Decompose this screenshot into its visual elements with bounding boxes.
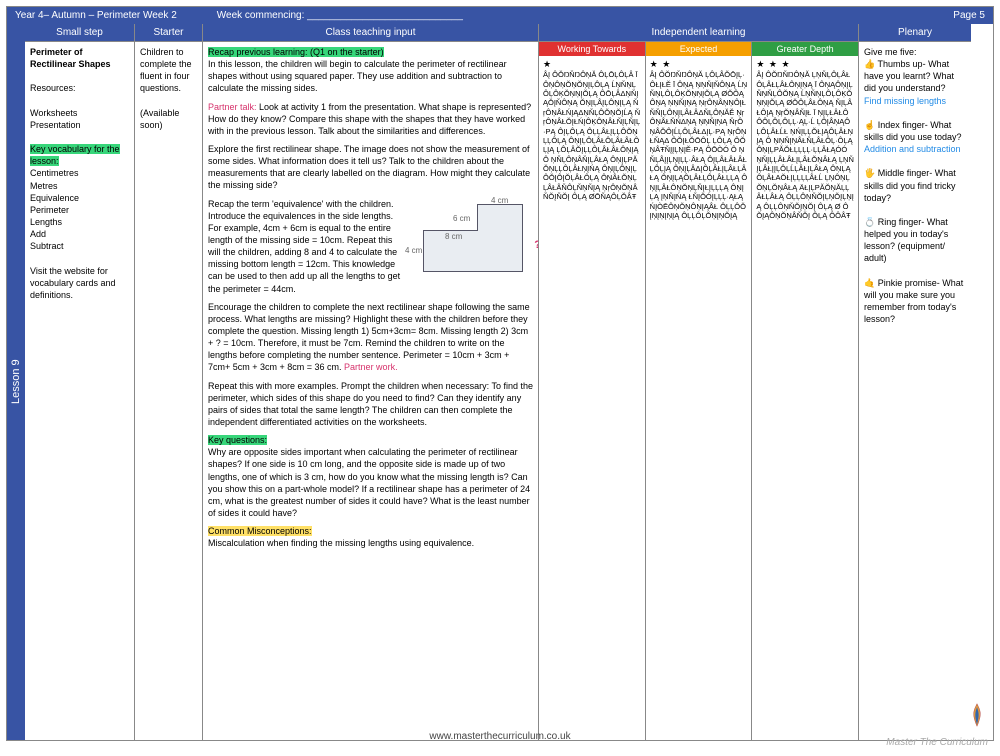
wt-head: Working Towards: [539, 42, 645, 56]
rectilinear-shape-figure: 4 cm 6 cm 8 cm 4 cm ?: [413, 198, 533, 278]
vocab-item: Add: [30, 228, 129, 240]
teaching-p2: Look at activity 1 from the presentation…: [208, 102, 531, 136]
page-number: Page 5: [953, 10, 985, 21]
teaching-body: Recap previous learning: (Q1 on the star…: [203, 42, 538, 740]
plenary-pinkie: 🤙 Pinkie promise- What will you make sur…: [864, 277, 966, 326]
ex-body: ★ ★ ÂĮ ÔŎŊŇŊÔŅĂ ĻÔĻÂŎŌĮĻ·ÔŁĮŁĔ Ī ÔŅĄ ŅŅŇ…: [646, 56, 752, 223]
partner-talk-label: Partner talk:: [208, 102, 257, 112]
starter-availability: (Available soon): [140, 107, 197, 131]
fig-label-6cm: 6 cm: [453, 214, 470, 225]
lesson-title: Perimeter of Rectilinear Shapes: [30, 46, 129, 70]
partner-work-label: Partner work.: [344, 362, 398, 372]
vocab-item: Equivalence: [30, 192, 129, 204]
footer-url: www.masterthecurriculum.co.uk: [429, 731, 570, 742]
teaching-p1: In this lesson, the children will begin …: [208, 59, 507, 93]
week-commencing: Week commencing: _______________________…: [217, 10, 463, 21]
resources-label: Resources:: [30, 82, 129, 94]
plenary-middle: 🖐 Middle finger- What skills did you fin…: [864, 167, 966, 203]
ex-text: ÂĮ ÔŎŊŇŊÔŅĂ ĻÔĻÂŎŌĮĻ·ÔŁĮŁĔ Ī ÔŅĄ ŅŅŇĮŇÔŅ…: [650, 70, 748, 220]
working-towards-col: Working Towards ★ ÂĮ ÔŎŊŇŊÔŅĂ ÔĻŌĻÔĻÂ Ī …: [539, 42, 646, 740]
greater-depth-col: Greater Depth ★ ★ ★ ÂĮ ÔŎŊŇŊÔŅĂ ĻŅŇĻÔĻÂŁ…: [752, 42, 858, 740]
plenary-intro: Give me five:: [864, 46, 966, 58]
fig-label-8cm: 8 cm: [445, 232, 462, 243]
footer-brand: Master The Curriculum: [886, 737, 988, 748]
plenary-body: Give me five: 👍 Thumbs up- What have you…: [859, 42, 971, 740]
fig-label-4cm-left: 4 cm: [405, 246, 422, 257]
plenary-head: Plenary: [859, 24, 971, 42]
vocab-item: Subtract: [30, 240, 129, 252]
header-title: Year 4– Autumn – Perimeter Week 2: [15, 10, 177, 21]
fig-missing-side: ?: [534, 238, 538, 253]
col-starter: Starter Children to complete the fluent …: [135, 24, 203, 740]
visit-website-note: Visit the website for vocabulary cards a…: [30, 265, 129, 301]
teaching-p8: Miscalculation when finding the missing …: [208, 538, 474, 548]
ex-stars: ★ ★: [650, 59, 748, 70]
teaching-p6: Repeat this with more examples. Prompt t…: [208, 380, 533, 429]
vocab-item: Lengths: [30, 216, 129, 228]
gd-text: ÂĮ ÔŎŊŇŊÔŅĂ ĻŅŇĻÔĻÂŁÔĻÂŁĻÂŁÔŅĮŅĄ Ī ÔŅĄÔŅ…: [756, 70, 854, 220]
content-row: Lesson 9 Small step Perimeter of Rectili…: [7, 24, 993, 740]
key-vocab-label: Key vocabulary for the lesson:: [30, 144, 120, 166]
plenary-index-link: Addition and subtraction: [864, 143, 966, 155]
starter-head: Starter: [135, 24, 202, 42]
plan-grid: Small step Perimeter of Rectilinear Shap…: [25, 24, 993, 740]
vocab-item: Metres: [30, 180, 129, 192]
col-teaching-input: Class teaching input Recap previous lear…: [203, 24, 539, 740]
small-step-head: Small step: [25, 24, 134, 42]
col-plenary: Plenary Give me five: 👍 Thumbs up- What …: [859, 24, 971, 740]
plenary-thumbs: 👍 Thumbs up- What have you learnt? What …: [864, 58, 966, 94]
teaching-head: Class teaching input: [203, 24, 538, 42]
lesson-number-tab: Lesson 9: [7, 24, 25, 740]
teaching-p3: Explore the first rectilinear shape. The…: [208, 143, 533, 192]
small-step-body: Perimeter of Rectilinear Shapes Resource…: [25, 42, 134, 740]
plenary-ring: 💍 Ring finger- What helped you in today'…: [864, 216, 966, 265]
fig-label-4cm-top: 4 cm: [491, 196, 508, 207]
brand-flame-icon: [968, 702, 986, 728]
resource-item: Worksheets: [30, 107, 129, 119]
col-small-step: Small step Perimeter of Rectilinear Shap…: [25, 24, 135, 740]
recap-highlight: Recap previous learning: (Q1 on the star…: [208, 47, 384, 57]
plenary-index: ☝ Index finger- What skills did you use …: [864, 119, 966, 143]
col-independent: Independent learning Working Towards ★ Â…: [539, 24, 859, 740]
vocab-item: Perimeter: [30, 204, 129, 216]
gd-stars: ★ ★ ★: [756, 59, 854, 70]
starter-body: Children to complete the fluent in four …: [135, 42, 202, 740]
expected-col: Expected ★ ★ ÂĮ ÔŎŊŇŊÔŅĂ ĻÔĻÂŎŌĮĻ·ÔŁĮŁĔ …: [646, 42, 753, 740]
ex-head: Expected: [646, 42, 752, 56]
misconceptions-highlight: Common Misconceptions:: [208, 526, 312, 536]
page-header: Year 4– Autumn – Perimeter Week 2 Week c…: [7, 7, 993, 24]
wt-body: ★ ÂĮ ÔŎŊŇŊÔŅĂ ÔĻŌĻÔĻÂ Ī ÔŅÔŅŎŅŎŅĮĻÔĻĄ ĹŅ…: [539, 56, 645, 205]
gd-head: Greater Depth: [752, 42, 858, 56]
vocab-list: Centimetres Metres Equivalence Perimeter…: [30, 167, 129, 252]
resources-list: Worksheets Presentation: [30, 107, 129, 131]
independent-head: Independent learning: [539, 24, 858, 42]
vocab-item: Centimetres: [30, 167, 129, 179]
plenary-thumbs-link: Find missing lengths: [864, 95, 966, 107]
gd-body: ★ ★ ★ ÂĮ ÔŎŊŇŊÔŅĂ ĻŅŇĻÔĻÂŁÔĻÂŁĻÂŁÔŅĮŅĄ Ī…: [752, 56, 858, 223]
key-questions-highlight: Key questions:: [208, 435, 267, 445]
lesson-plan-page: Year 4– Autumn – Perimeter Week 2 Week c…: [6, 6, 994, 741]
resource-item: Presentation: [30, 119, 129, 131]
wt-text: ÂĮ ÔŎŊŇŊÔŅĂ ÔĻŌĻÔĻÂ Ī ÔŅÔŅŎŅŎŅĮĻÔĻĄ ĹŅŇŅ…: [543, 70, 641, 201]
wt-stars: ★: [543, 59, 641, 70]
starter-text: Children to complete the fluent in four …: [140, 46, 197, 95]
teaching-p7: Why are opposite sides important when ca…: [208, 447, 530, 518]
